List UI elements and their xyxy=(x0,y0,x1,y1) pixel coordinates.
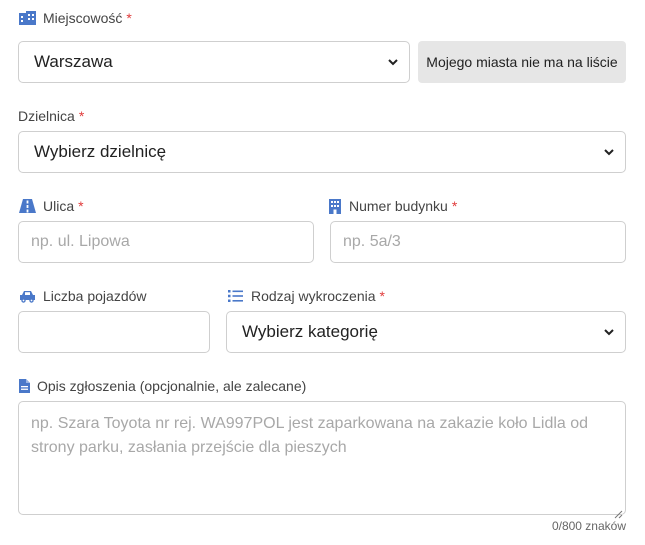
city-icon xyxy=(18,10,36,26)
building-icon xyxy=(328,198,342,214)
car-icon xyxy=(18,288,36,304)
required-mark: * xyxy=(78,108,85,124)
document-icon xyxy=(18,378,30,394)
building-input-placeholder: np. 5a/3 xyxy=(343,233,401,250)
city-select-value: Warszawa xyxy=(34,52,113,71)
district-select[interactable]: Wybierz dzielnicę xyxy=(18,131,626,173)
district-select-value: Wybierz dzielnicę xyxy=(34,142,167,161)
city-label: Miejscowość * xyxy=(18,10,132,26)
building-label-text: Numer budynku xyxy=(349,198,448,214)
city-select[interactable]: Warszawa xyxy=(18,41,410,83)
building-label: Numer budynku * xyxy=(328,198,457,214)
resize-handle-icon[interactable] xyxy=(614,503,623,519)
violation-label-text: Rodzaj wykroczenia xyxy=(251,288,376,304)
road-icon xyxy=(18,198,36,214)
violation-select[interactable]: Wybierz kategorię xyxy=(226,311,626,353)
street-label-text: Ulica xyxy=(43,198,75,214)
chevron-down-icon xyxy=(387,56,399,68)
vehicles-label-text: Liczba pojazdów xyxy=(43,288,147,304)
list-icon xyxy=(226,288,244,304)
district-label: Dzielnica * xyxy=(18,108,84,124)
building-number-input[interactable]: np. 5a/3 xyxy=(330,221,626,263)
violation-select-value: Wybierz kategorię xyxy=(242,322,378,341)
character-counter: 0/800 znaków xyxy=(551,519,626,533)
district-label-text: Dzielnica xyxy=(18,108,75,124)
violation-label: Rodzaj wykroczenia * xyxy=(226,288,385,304)
street-label: Ulica * xyxy=(18,198,84,214)
vehicles-label: Liczba pojazdów xyxy=(18,288,147,304)
description-placeholder: np. Szara Toyota nr rej. WA997POL jest z… xyxy=(31,415,589,456)
required-mark: * xyxy=(379,288,385,304)
vehicles-count-input[interactable] xyxy=(18,311,210,353)
description-label: Opis zgłoszenia (opcjonalnie, ale zaleca… xyxy=(18,378,306,394)
required-mark: * xyxy=(451,198,458,214)
chevron-down-icon xyxy=(603,146,615,158)
description-textarea[interactable]: np. Szara Toyota nr rej. WA997POL jest z… xyxy=(18,401,626,519)
chevron-down-icon xyxy=(603,326,615,338)
required-mark: * xyxy=(78,198,84,214)
required-mark: * xyxy=(126,10,132,26)
city-label-text: Miejscowość xyxy=(43,10,123,26)
description-label-text: Opis zgłoszenia (opcjonalnie, ale zaleca… xyxy=(37,378,307,394)
city-missing-button[interactable]: Mojego miasta nie ma na liście xyxy=(418,41,626,83)
street-input-placeholder: np. ul. Lipowa xyxy=(31,233,130,250)
street-input[interactable]: np. ul. Lipowa xyxy=(18,221,314,263)
